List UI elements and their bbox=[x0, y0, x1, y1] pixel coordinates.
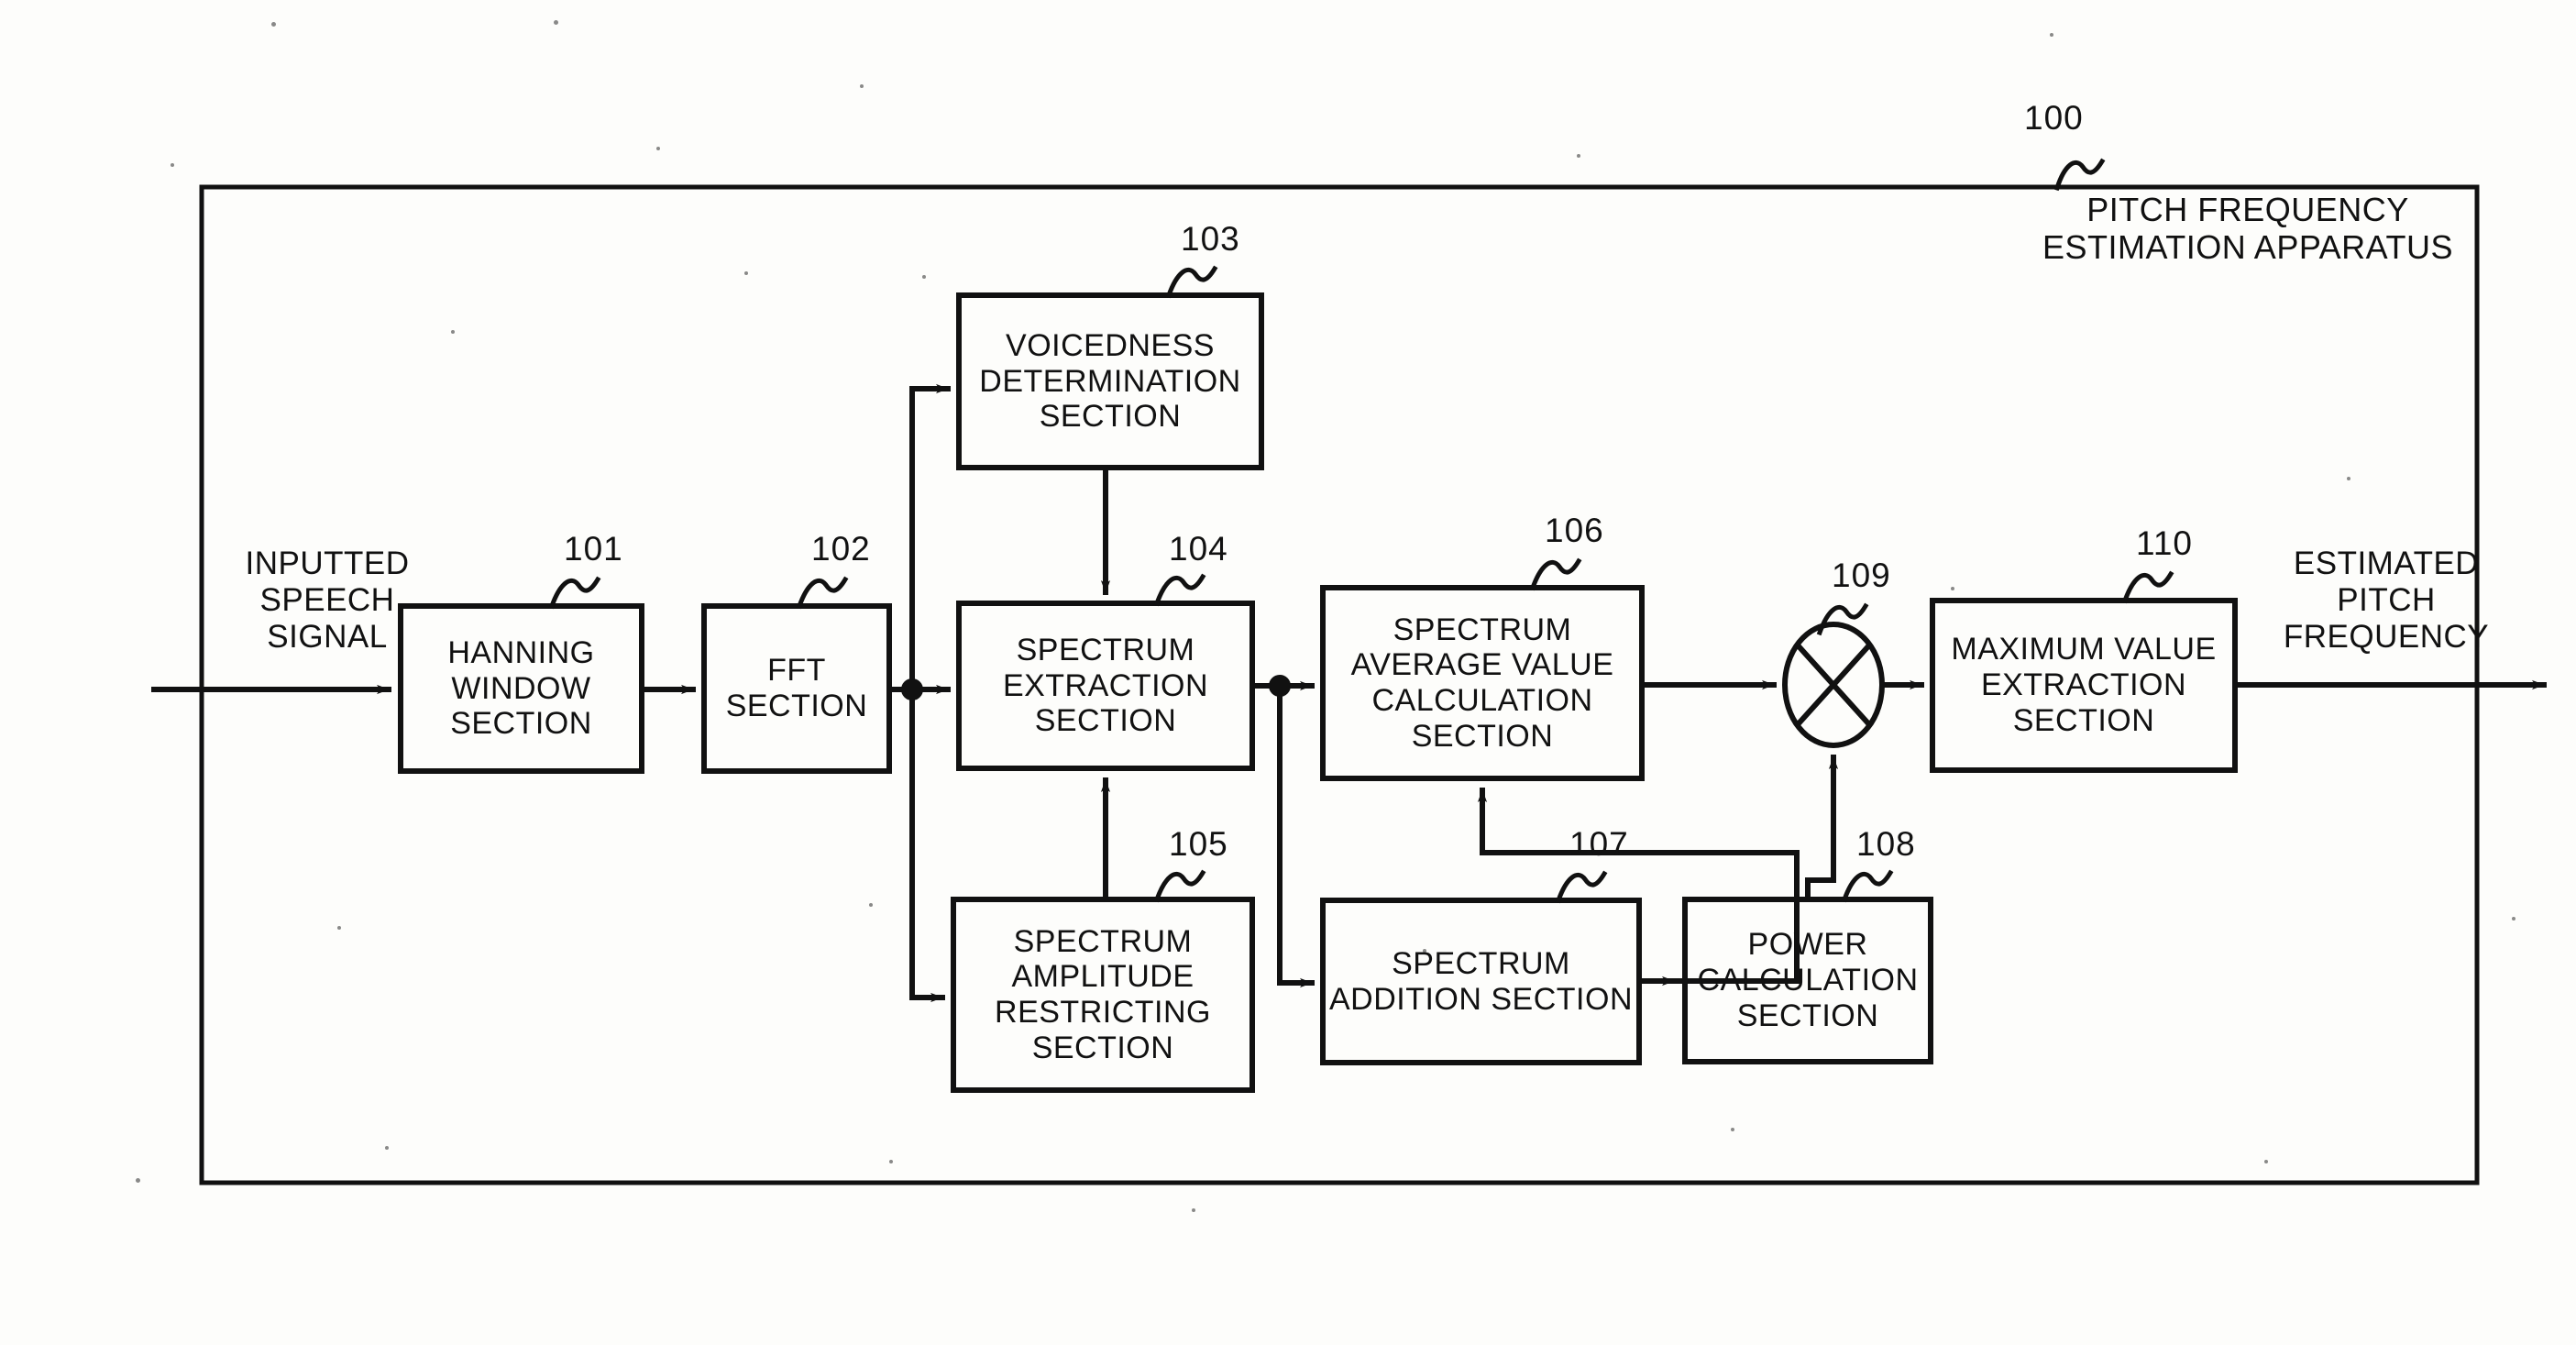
scan-speck bbox=[136, 1178, 140, 1183]
block-106-rect bbox=[1320, 585, 1645, 781]
leader-107 bbox=[1555, 870, 1608, 904]
leader-109 bbox=[1816, 602, 1869, 636]
ref-num-105: 105 bbox=[1169, 825, 1228, 863]
leader-101 bbox=[548, 576, 601, 610]
leader-103 bbox=[1165, 265, 1218, 299]
scan-speck bbox=[2512, 917, 2515, 921]
scan-speck bbox=[337, 926, 341, 930]
scan-speck bbox=[860, 84, 864, 88]
scan-speck bbox=[451, 330, 455, 334]
ref-num-109: 109 bbox=[1832, 557, 1891, 594]
input-signal-label: INPUTTED SPEECH SIGNAL bbox=[231, 546, 424, 656]
apparatus-title: PITCH FREQUENCY ESTIMATION APPARATUS bbox=[2037, 191, 2459, 266]
block-105-rect bbox=[951, 897, 1255, 1093]
leader-108 bbox=[1841, 869, 1894, 903]
ref-num-100: 100 bbox=[2024, 99, 2084, 137]
scan-speck bbox=[1577, 154, 1580, 158]
block-101-rect bbox=[398, 603, 644, 774]
scan-speck bbox=[2264, 1160, 2268, 1163]
block-102-rect bbox=[701, 603, 892, 774]
scan-speck bbox=[656, 147, 660, 150]
leader-100 bbox=[2053, 158, 2106, 192]
block-107-rect bbox=[1320, 898, 1642, 1065]
output-label-line-3: FREQUENCY bbox=[2283, 618, 2490, 655]
apparatus-boundary bbox=[199, 184, 2480, 1185]
block-110-rect bbox=[1930, 598, 2238, 773]
scan-speck bbox=[889, 1160, 893, 1163]
leader-104 bbox=[1153, 573, 1206, 607]
scan-speck bbox=[1951, 587, 1954, 590]
scan-speck bbox=[2050, 33, 2053, 37]
patent-figure-canvas: 100 PITCH FREQUENCY ESTIMATION APPARATUS… bbox=[0, 0, 2576, 1345]
ref-num-102: 102 bbox=[811, 530, 871, 568]
input-label-line-3: SIGNAL bbox=[267, 618, 388, 655]
wire-108-to-multiplier bbox=[1805, 755, 1839, 902]
ref-num-108: 108 bbox=[1856, 825, 1916, 863]
scan-speck bbox=[869, 903, 873, 907]
ref-num-110: 110 bbox=[2136, 524, 2193, 562]
scan-speck bbox=[2347, 477, 2350, 480]
scan-speck bbox=[1423, 949, 1426, 953]
scan-speck bbox=[922, 275, 926, 279]
input-label-line-1: INPUTTED bbox=[245, 546, 410, 581]
input-label-line-2: SPEECH bbox=[259, 581, 395, 618]
block-104-rect bbox=[956, 601, 1255, 771]
leader-102 bbox=[796, 576, 849, 610]
block-103-rect bbox=[956, 292, 1264, 470]
scan-speck bbox=[271, 22, 276, 27]
ref-num-106: 106 bbox=[1545, 512, 1604, 549]
ref-num-104: 104 bbox=[1169, 530, 1228, 568]
output-frequency-label: ESTIMATED PITCH FREQUENCY bbox=[2272, 546, 2501, 656]
leader-110 bbox=[2121, 570, 2174, 604]
apparatus-title-line-1: PITCH FREQUENCY bbox=[2086, 191, 2409, 228]
scan-speck bbox=[171, 163, 174, 167]
scan-speck bbox=[554, 20, 558, 25]
output-label-line-2: PITCH bbox=[2337, 581, 2436, 618]
scan-speck bbox=[385, 1146, 389, 1150]
ref-num-103: 103 bbox=[1181, 220, 1240, 258]
ref-num-101: 101 bbox=[564, 530, 623, 568]
scan-speck bbox=[1731, 1128, 1734, 1131]
apparatus-title-line-2: ESTIMATION APPARATUS bbox=[2042, 228, 2454, 267]
ref-num-107: 107 bbox=[1569, 825, 1629, 863]
leader-105 bbox=[1153, 869, 1206, 903]
output-label-line-1: ESTIMATED bbox=[2293, 546, 2480, 581]
scan-speck bbox=[744, 271, 748, 275]
scan-speck bbox=[1192, 1208, 1195, 1212]
leader-106 bbox=[1529, 557, 1582, 591]
